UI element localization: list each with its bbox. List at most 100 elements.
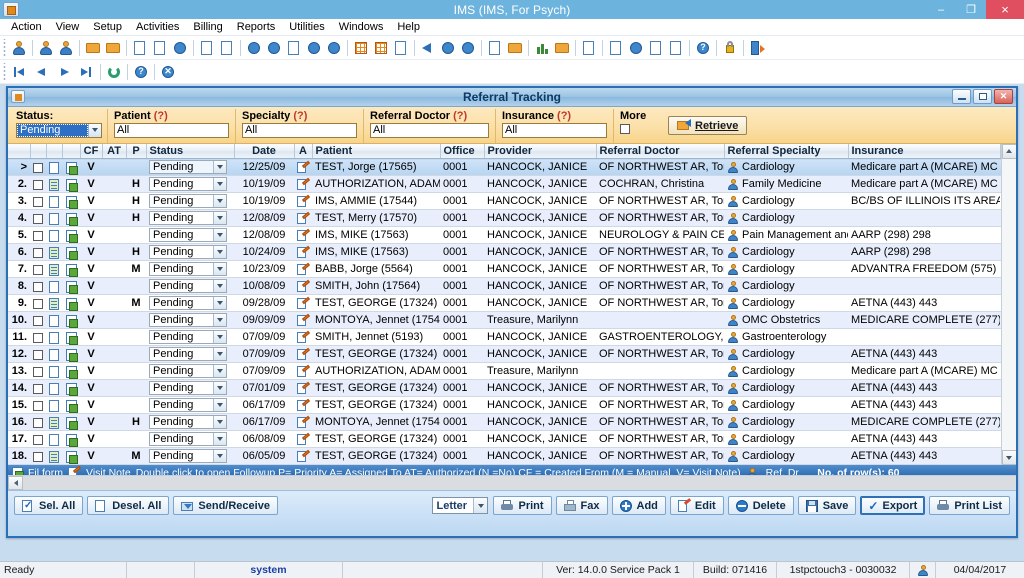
cell-insurance[interactable]: BC/BS OF ILLINOIS ITS AREA [848,192,1000,211]
delete-button[interactable]: Delete [727,496,794,515]
cell-p[interactable]: M [126,447,146,466]
add-button[interactable]: Add [611,496,666,515]
fill-form-icon[interactable] [65,348,78,362]
row-checkbox[interactable] [33,213,43,224]
cell-at[interactable] [102,311,126,330]
ref-dr-icon[interactable] [727,281,739,293]
grid-vertical-scrollbar[interactable] [1001,143,1016,466]
row-number[interactable]: 4. [8,209,30,228]
cell-at[interactable] [102,396,126,415]
row-form-icon[interactable] [62,226,80,245]
row-number[interactable]: 6. [8,243,30,262]
status-dropdown[interactable]: Pending [149,398,227,413]
document-icon[interactable] [49,246,59,259]
cell-at[interactable] [102,226,126,245]
row-number[interactable]: 5. [8,226,30,245]
filter-referral-doctor-help-icon[interactable]: (?) [453,110,467,122]
cell-a[interactable] [294,362,312,381]
col-insurance[interactable]: Insurance [848,143,1001,160]
cell-a[interactable] [294,328,312,347]
cell-referral-specialty[interactable]: Cardiology [724,294,848,313]
cell-provider[interactable]: HANCOCK, JANICE [484,396,596,415]
cell-date[interactable]: 06/08/09 [234,430,294,449]
col-office[interactable]: Office [440,143,485,160]
row-form-icon[interactable] [62,345,80,364]
cell-patient[interactable]: AUTHORIZATION, ADAM (1 [312,175,440,194]
cell-cf[interactable]: V [80,345,102,364]
cell-referral-specialty[interactable]: Cardiology [724,413,848,432]
fill-form-icon[interactable] [65,416,78,430]
cell-provider[interactable]: HANCOCK, JANICE [484,379,596,398]
cell-office[interactable]: 0001 [440,447,484,466]
cell-referral-specialty[interactable]: Gastroenterology [724,328,848,347]
table-row[interactable]: 15. V Pending 06/17/09 TEST, GEORGE (17324) 0… [8,396,1001,415]
cell-referral-doctor[interactable]: OF NORTHWEST AR, Tom [596,379,724,398]
ref-dr-icon[interactable] [727,315,739,327]
fill-form-icon[interactable] [65,365,78,379]
cell-status[interactable]: Pending [146,362,234,381]
globe-icon[interactable] [439,39,457,57]
cell-at[interactable] [102,447,126,466]
cell-cf[interactable]: V [80,209,102,228]
document-icon[interactable] [49,433,59,446]
menu-setup[interactable]: Setup [86,20,129,34]
row-number[interactable]: 10. [8,311,30,330]
cell-p[interactable]: H [126,413,146,432]
cell-patient[interactable]: TEST, GEORGE (17324) [312,396,440,415]
open-chart-icon[interactable] [84,39,102,57]
cell-a[interactable] [294,158,312,177]
chevron-down-icon[interactable] [213,229,226,242]
deselect-all-button[interactable]: Desel. All [87,496,170,515]
ref-dr-icon[interactable] [727,247,739,259]
row-number[interactable]: 16. [8,413,30,432]
document-icon[interactable] [49,450,59,463]
cell-referral-doctor[interactable]: COCHRAN, Christina [596,175,724,194]
cell-date[interactable]: 09/28/09 [234,294,294,313]
cell-cf[interactable]: V [80,413,102,432]
row-number[interactable]: 14. [8,379,30,398]
fill-form-icon[interactable] [65,195,78,209]
row-document-icon[interactable] [46,277,62,296]
row-checkbox[interactable] [33,332,43,343]
row-checkbox[interactable] [30,209,46,228]
cell-referral-specialty[interactable]: OMC Obstetrics [724,311,848,330]
table-row[interactable]: 12. V Pending 07/09/09 TEST, GEORGE (17324) 0… [8,345,1001,364]
cell-status[interactable]: Pending [146,345,234,364]
cell-date[interactable]: 12/25/09 [234,158,294,177]
document-icon[interactable] [49,331,59,344]
chevron-down-icon[interactable] [213,212,226,225]
cell-at[interactable] [102,430,126,449]
abc-note-icon[interactable] [198,39,216,57]
select-all-button[interactable]: ✓ Sel. All [14,496,84,515]
row-form-icon[interactable] [62,396,80,415]
cell-office[interactable]: 0001 [440,209,484,228]
chevron-down-icon[interactable] [213,246,226,259]
cell-p[interactable]: M [126,294,146,313]
cell-referral-specialty[interactable]: Cardiology [724,243,848,262]
claim-icon[interactable] [325,39,343,57]
save-button[interactable]: Save [797,496,857,515]
status-dropdown[interactable]: Pending [149,415,227,430]
cell-status[interactable]: Pending [146,430,234,449]
cell-referral-specialty[interactable]: Cardiology [724,277,848,296]
cell-office[interactable]: 0001 [440,192,484,211]
col-p[interactable]: P [126,143,147,160]
send-receive-button[interactable]: Send/Receive [173,496,278,515]
cell-patient[interactable]: BABB, Jorge (5564) [312,260,440,279]
cell-cf[interactable]: V [80,311,102,330]
cell-cf[interactable]: V [80,243,102,262]
cell-at[interactable] [102,243,126,262]
cell-status[interactable]: Pending [146,277,234,296]
document-icon[interactable] [49,212,59,225]
statistics-icon[interactable] [580,39,598,57]
row-checkbox[interactable] [30,430,46,449]
row-document-icon[interactable] [46,192,62,211]
visit-note-icon[interactable] [297,279,311,293]
cell-referral-doctor[interactable]: OF NORTHWEST AR, Tom [596,413,724,432]
cell-insurance[interactable]: Medicare part A (MCARE) MC [848,362,1000,381]
exit-icon[interactable] [748,39,766,57]
table-row[interactable]: 3. V H Pending 10/19/09 IMS, AMMIE (17544) 000… [8,192,1001,211]
chevron-down-icon[interactable] [213,178,226,191]
cell-cf[interactable]: V [80,362,102,381]
cell-referral-specialty[interactable]: Family Medicine [724,175,848,194]
